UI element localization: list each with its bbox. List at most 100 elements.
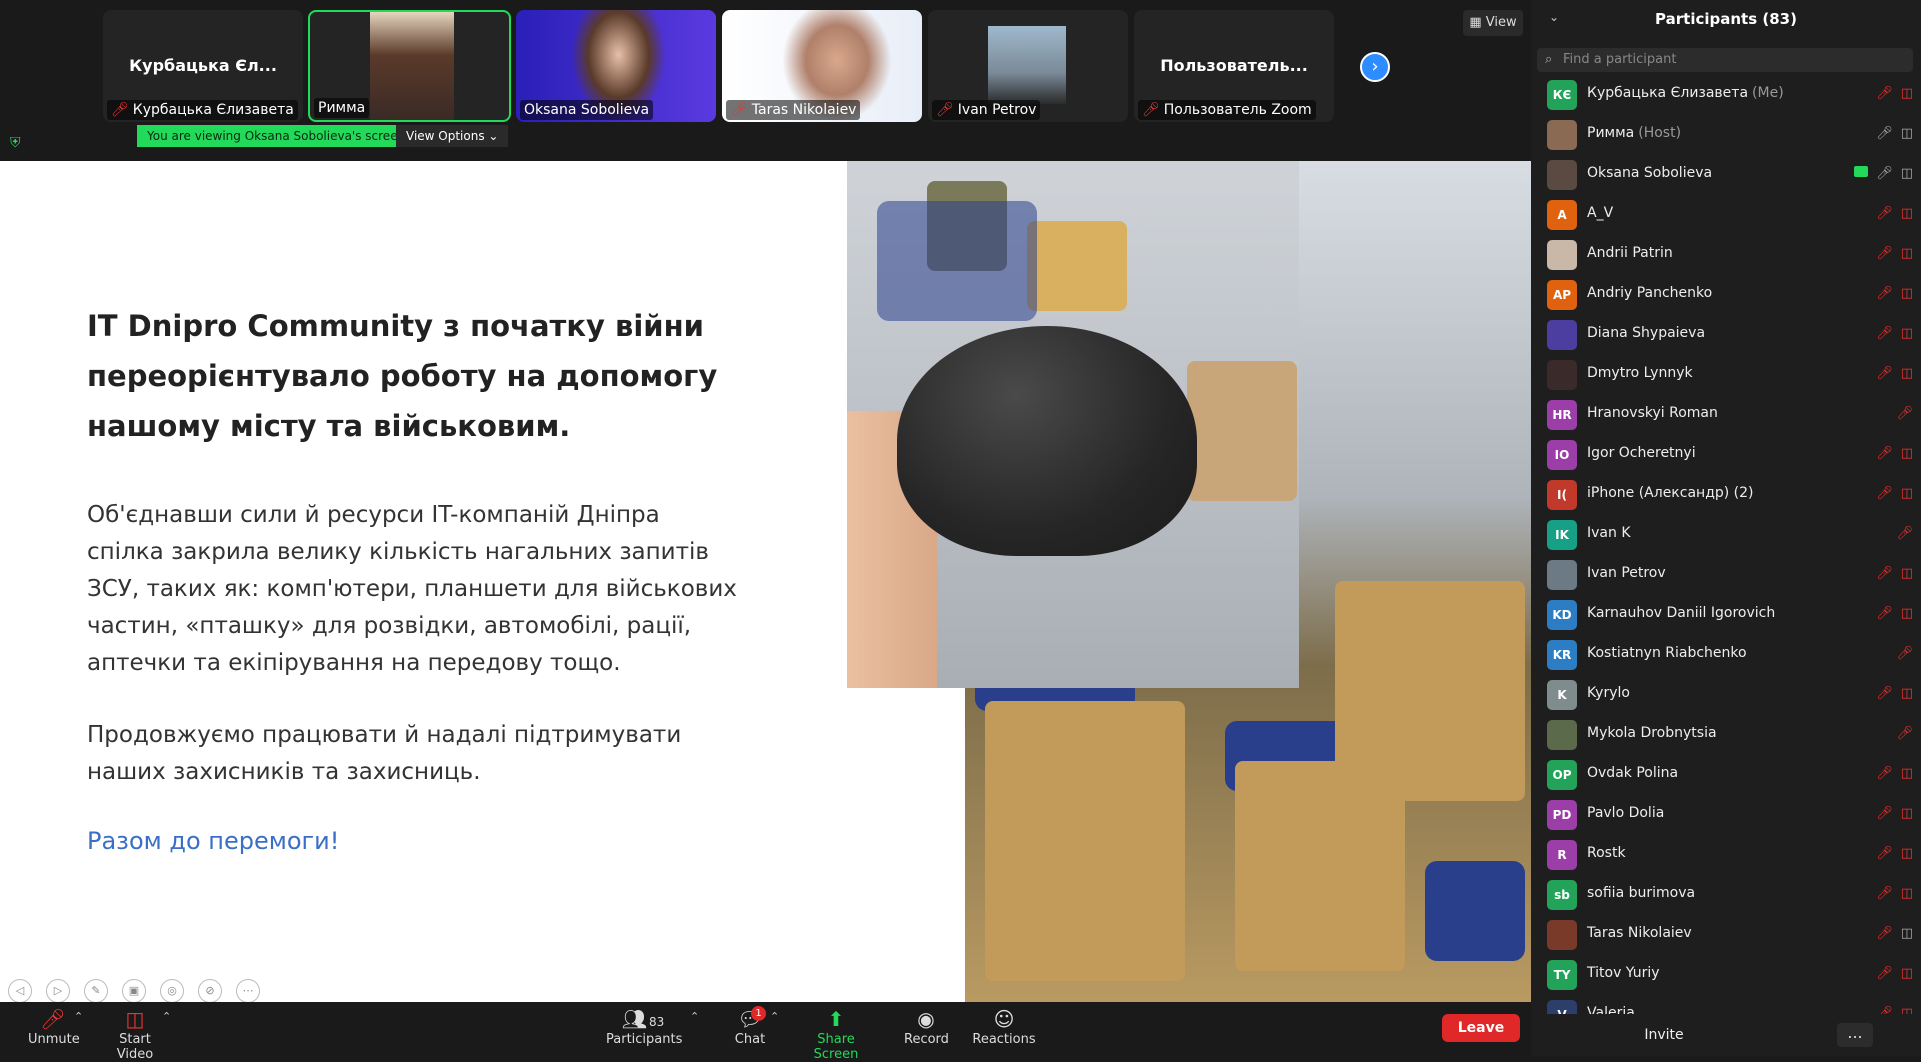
participant-search-input[interactable]: ⌕ Find a participant	[1537, 48, 1913, 72]
grid-icon: ▦	[1469, 15, 1486, 30]
participant-row[interactable]: K Kyrylo 🎤︎ ◫	[1531, 674, 1921, 714]
leave-button[interactable]: Leave	[1442, 1014, 1520, 1042]
participant-name-text: Diana Shypaieva	[1587, 325, 1706, 341]
pointer-icon[interactable]: ▷	[46, 979, 70, 1002]
panel-header: ⌄ Participants (83)	[1531, 0, 1921, 40]
participant-name: Dmytro Lynnyk	[1587, 365, 1697, 381]
participant-row[interactable]: KD Karnauhov Daniil Igorovich 🎤︎ ◫	[1531, 594, 1921, 634]
participant-row[interactable]: Римма (Host) 🎤︎ ◫	[1531, 114, 1921, 154]
participant-row[interactable]: Andrii Patrin 🎤︎ ◫	[1531, 234, 1921, 274]
photo-vest	[1027, 221, 1127, 311]
participant-status: 🎤︎ ◫	[1868, 806, 1913, 821]
participant-row[interactable]: OP Ovdak Polina 🎤︎ ◫	[1531, 754, 1921, 794]
caret-up-icon[interactable]: ⌃	[770, 1010, 779, 1023]
share-screen-button[interactable]: ⬆ Share Screen	[794, 1006, 878, 1062]
mic-muted-icon: 🎤︎	[1876, 486, 1893, 501]
participant-row[interactable]: sb sofiia burimova 🎤︎ ◫	[1531, 874, 1921, 914]
participant-row[interactable]: КЄ Курбацька Єлизавета (Me) 🎤︎ ◫	[1531, 74, 1921, 114]
mic-muted-icon: 🎤︎	[1876, 206, 1893, 221]
erase-icon[interactable]: ⊘	[198, 979, 222, 1002]
photo-helmet	[897, 326, 1197, 556]
participant-row[interactable]: V Valeria 🎤︎ ◫	[1531, 994, 1921, 1014]
unmute-button[interactable]: 🎤︎ Unmute	[28, 1006, 80, 1047]
avatar	[1547, 360, 1577, 390]
participant-name-text: Igor Ocheretnyi	[1587, 445, 1696, 461]
participant-video	[370, 12, 454, 120]
participant-name: Oksana Sobolieva	[1587, 165, 1716, 181]
participant-name-text: Andriy Panchenko	[1587, 285, 1713, 301]
tile-label: 🎤︎ Taras Nikolaiev	[726, 100, 861, 120]
next-page-button[interactable]: ›	[1360, 52, 1390, 82]
record-button[interactable]: ◉ Record	[904, 1006, 949, 1047]
avatar	[1547, 120, 1577, 150]
stamp-icon[interactable]: ◎	[160, 979, 184, 1002]
participant-row[interactable]: TY Titov Yuriy 🎤︎ ◫	[1531, 954, 1921, 994]
participant-row[interactable]: IO Igor Ocheretnyi 🎤︎ ◫	[1531, 434, 1921, 474]
video-tile[interactable]: Курбацька Єл... 🎤︎ Курбацька Єлизавета	[103, 10, 303, 122]
participant-row[interactable]: KR Kostiatnyn Riabchenko 🎤︎	[1531, 634, 1921, 674]
more-options-button[interactable]: ...	[1837, 1023, 1873, 1047]
participant-row[interactable]: R Rostk 🎤︎ ◫	[1531, 834, 1921, 874]
participant-row[interactable]: HR Hranovskyi Roman 🎤︎	[1531, 394, 1921, 434]
participant-list[interactable]: КЄ Курбацька Єлизавета (Me) 🎤︎ ◫ Римма (Host) 🎤…	[1531, 74, 1921, 1014]
viewing-screen-banner: You are viewing Oksana Sobolieva's scree…	[137, 125, 416, 147]
avatar: I(	[1547, 480, 1577, 510]
participant-name-text: Andrii Patrin	[1587, 245, 1673, 261]
tile-label: 🎤︎ Курбацька Єлизавета	[107, 100, 298, 120]
video-tile[interactable]: 🎤︎ Ivan Petrov	[928, 10, 1128, 122]
participant-row[interactable]: AP Andriy Panchenko 🎤︎ ◫	[1531, 274, 1921, 314]
share-screen-icon: ⬆	[827, 1007, 845, 1031]
participant-role: (Me)	[1752, 85, 1784, 101]
mic-muted-icon: 🎤︎	[1876, 326, 1893, 341]
video-tile[interactable]: Oksana Sobolieva	[516, 10, 716, 122]
participant-name-text: Kostiatnyn Riabchenko	[1587, 645, 1747, 661]
participant-row[interactable]: I(iPhone (Александр) (2) 🎤︎ ◫	[1531, 474, 1921, 514]
participant-row[interactable]: Oksana Sobolieva 🎤︎ ◫	[1531, 154, 1921, 194]
participant-row[interactable]: PD Pavlo Dolia 🎤︎ ◫	[1531, 794, 1921, 834]
start-video-button[interactable]: ◫ Start Video	[100, 1006, 170, 1062]
caret-up-icon[interactable]: ⌃	[690, 1010, 699, 1023]
invite-button[interactable]: Invite	[1629, 1023, 1699, 1047]
participant-row[interactable]: Dmytro Lynnyk 🎤︎ ◫	[1531, 354, 1921, 394]
video-tile[interactable]: 🎤︎ Taras Nikolaiev	[722, 10, 922, 122]
chat-label: Chat	[734, 1032, 766, 1047]
view-options-button[interactable]: View Options ⌄	[396, 125, 509, 147]
back-icon[interactable]: ◁	[8, 979, 32, 1002]
photo-chair	[877, 201, 1037, 321]
video-tile-active[interactable]: Римма	[308, 10, 511, 122]
sharing-icon	[1854, 166, 1869, 177]
mic-icon: 🎤︎	[1876, 166, 1893, 181]
caret-up-icon[interactable]: ⌃	[162, 1010, 171, 1023]
participant-row[interactable]: A A_V 🎤︎ ◫	[1531, 194, 1921, 234]
mic-muted-icon: 🎤︎	[1876, 966, 1893, 981]
image-icon[interactable]: ▣	[122, 979, 146, 1002]
participant-status: 🎤︎ ◫	[1868, 686, 1913, 701]
view-button[interactable]: ▦ View	[1463, 10, 1523, 36]
video-icon: ◫	[1900, 926, 1913, 941]
participant-name-text: Ovdak Polina	[1587, 765, 1679, 781]
caret-up-icon[interactable]: ⌃	[74, 1010, 83, 1023]
participant-row[interactable]: Taras Nikolaiev 🎤︎ ◫	[1531, 914, 1921, 954]
participant-row[interactable]: IK Ivan K 🎤︎	[1531, 514, 1921, 554]
participant-name: Курбацька Єлизавета (Me)	[1587, 85, 1784, 101]
photo-box	[1187, 361, 1297, 501]
reactions-button[interactable]: ☺ Reactions	[972, 1006, 1036, 1047]
video-off-icon: ◫	[1900, 446, 1913, 461]
video-tile[interactable]: Пользователь... 🎤︎ Пользователь Zoom	[1134, 10, 1334, 122]
participant-name: iPhone (Александр) (2)	[1587, 485, 1758, 501]
mic-muted-icon: 🎤︎	[1876, 246, 1893, 261]
participant-status: 🎤︎ ◫	[1868, 206, 1913, 221]
more-tools-icon[interactable]: ⋯	[236, 979, 260, 1002]
participant-row[interactable]: Diana Shypaieva 🎤︎ ◫	[1531, 314, 1921, 354]
video-off-icon: ◫	[1900, 606, 1913, 621]
mic-muted-icon: 🎤︎	[936, 102, 954, 118]
participant-status: 🎤︎	[1888, 646, 1913, 661]
record-label: Record	[904, 1032, 949, 1047]
participant-row[interactable]: Ivan Petrov 🎤︎ ◫	[1531, 554, 1921, 594]
participants-button[interactable]: 👥︎ 83 Participants	[606, 1006, 682, 1047]
participant-row[interactable]: Mykola Drobnytsia 🎤︎	[1531, 714, 1921, 754]
avatar	[1547, 920, 1577, 950]
participants-panel: ⌄ Participants (83) ⌕ Find a participant…	[1531, 0, 1921, 1056]
pen-icon[interactable]: ✎	[84, 979, 108, 1002]
avatar	[1547, 160, 1577, 190]
